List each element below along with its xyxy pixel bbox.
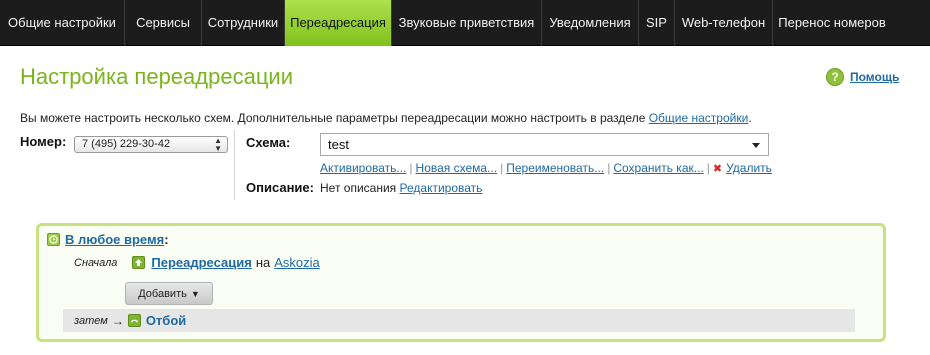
new-scheme-link[interactable]: Новая схема... [416,161,498,175]
scheme-actions: Активировать... | Новая схема... | Переи… [320,161,772,175]
hangup-icon [127,314,141,327]
tab-number-transfer[interactable]: Перенос номеров [773,0,891,46]
action-separator: | [500,161,504,175]
first-action-row: Сначала Переадресация на Askozia [74,255,320,270]
time-colon: : [164,232,169,247]
on-word: на [255,255,271,270]
action-separator: | [409,161,413,175]
action-separator: | [706,161,710,175]
updown-arrows-icon: ▲ ▼ [214,136,222,153]
forward-arrow-icon [132,256,146,269]
time-condition-row: В любое время: [47,232,169,247]
page-title: Настройка переадресации [20,64,293,89]
arrow-right-icon: → [111,313,124,328]
tab-sound-greetings[interactable]: Звуковые приветствия [392,0,541,46]
rename-link[interactable]: Переименовать... [506,161,604,175]
vertical-divider [234,130,235,200]
number-label: Номер: [20,134,67,149]
intro-end: . [748,111,752,125]
help-label: Помощь [850,70,900,84]
tab-web-phone[interactable]: Web-телефон [675,0,772,46]
intro-sentence: Вы можете настроить несколько схем. Допо… [20,111,649,125]
tab-sip[interactable]: SIP [639,0,674,46]
tab-services[interactable]: Сервисы [125,0,201,46]
save-as-link[interactable]: Сохранить как... [613,161,703,175]
number-select[interactable]: 7 (495) 229-30-42 ▲ ▼ [74,136,228,153]
first-label: Сначала [74,256,118,269]
scheme-value: test [328,137,349,152]
description-label: Описание: [246,180,314,195]
action-separator: | [607,161,611,175]
number-value: 7 (495) 229-30-42 [82,138,171,150]
tab-notifications[interactable]: Уведомления [542,0,638,46]
forwarding-link[interactable]: Переадресация [151,255,251,270]
question-icon: ? [826,68,844,86]
scheme-label: Схема: [246,135,291,150]
intro-text: Вы можете настроить несколько схем. Допо… [20,111,752,125]
any-time-link[interactable]: В любое время [65,232,164,247]
chevron-down-icon [752,143,760,148]
delete-icon: ✖ [712,162,723,175]
clock-icon [47,233,60,246]
chevron-down-icon: ▼ [190,288,200,299]
tab-employees[interactable]: Сотрудники [202,0,284,46]
activate-link[interactable]: Активировать... [320,161,406,175]
hangup-link[interactable]: Отбой [146,313,186,328]
scheme-select[interactable]: test [320,133,769,156]
add-button[interactable]: Добавить ▼ [125,282,213,305]
tab-forwarding[interactable]: Переадресация [285,0,391,46]
general-settings-link[interactable]: Общие настройки [649,111,749,125]
help-link[interactable]: ? Помощь [826,68,899,86]
delete-link[interactable]: Удалить [726,161,772,175]
askozia-link[interactable]: Askozia [274,255,320,270]
description-value: Нет описания [320,181,397,195]
edit-description-link[interactable]: Редактировать [400,181,483,195]
then-action-row: затем → Отбой [63,309,855,332]
top-navigation: Общие настройки Сервисы Сотрудники Переа… [0,0,930,46]
then-label: затем [74,314,108,327]
description-row: Нет описания Редактировать [320,181,482,195]
tab-general-settings[interactable]: Общие настройки [0,0,124,46]
add-button-label: Добавить [138,287,187,300]
